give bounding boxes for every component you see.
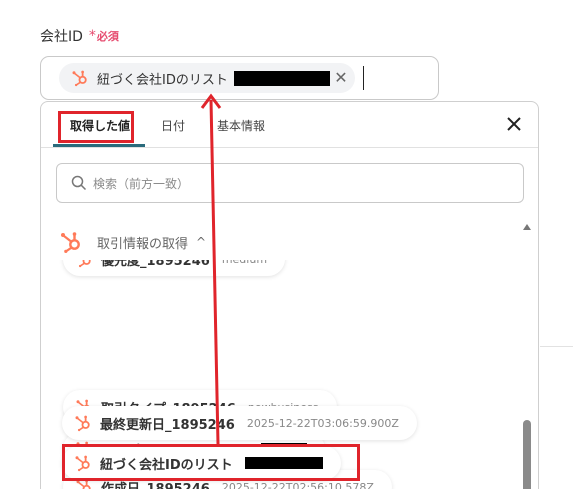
item-name: 紐づく会社IDのリスト bbox=[100, 457, 233, 473]
active-tab-indicator bbox=[53, 144, 145, 147]
chevron-up-icon[interactable]: ^ bbox=[196, 235, 206, 249]
required-badge: 必須 bbox=[96, 30, 119, 43]
background-divider bbox=[540, 346, 573, 347]
required-star: * bbox=[88, 28, 96, 44]
list-item[interactable]: 紐づく会社IDのリスト bbox=[62, 446, 341, 480]
scroll-up-arrow-icon[interactable] bbox=[523, 224, 531, 230]
tab-bar: 取得した値 日付 基本情報 bbox=[41, 102, 538, 148]
field-label: 会社ID * 必須 bbox=[40, 26, 119, 46]
hubspot-icon bbox=[61, 232, 80, 253]
tab-retrieved-values[interactable]: 取得した値 bbox=[70, 117, 130, 134]
search-input[interactable]: 検索（前方一致） bbox=[56, 163, 524, 203]
hubspot-icon bbox=[72, 70, 87, 87]
item-value: 2025-12-22T03:06:59.900Z bbox=[246, 416, 399, 430]
tab-basic-info[interactable]: 基本情報 bbox=[217, 117, 265, 134]
tab-date[interactable]: 日付 bbox=[161, 117, 185, 134]
section-title: 取引情報の取得 bbox=[97, 236, 189, 252]
item-value: 2025-12-22T02:56:10.578Z bbox=[221, 480, 374, 489]
hubspot-icon bbox=[75, 455, 90, 472]
hubspot-icon bbox=[75, 415, 90, 432]
text-caret bbox=[363, 66, 364, 90]
chip-label: 紐づく会社IDのリスト bbox=[97, 72, 228, 88]
search-placeholder: 検索（前方一致） bbox=[93, 176, 190, 191]
scroll-thumb[interactable] bbox=[523, 420, 531, 489]
list-item[interactable]: 最終更新日_1895246 2025-12-22T03:06:59.900Z bbox=[62, 406, 417, 440]
item-name: 優先度_1895246 bbox=[101, 260, 210, 269]
close-icon[interactable] bbox=[504, 114, 524, 134]
remove-chip-icon[interactable]: ✕ bbox=[331, 68, 351, 88]
field-label-text: 会社ID bbox=[40, 29, 83, 45]
list-item[interactable]: 優先度_1895246 medium bbox=[63, 260, 286, 276]
item-name: 最終更新日_1895246 bbox=[100, 417, 235, 433]
redacted-block bbox=[244, 457, 323, 469]
hubspot-icon bbox=[78, 260, 91, 268]
selected-value-chip[interactable]: 紐づく会社IDのリスト ✕ bbox=[59, 63, 355, 93]
item-value: medium bbox=[222, 260, 267, 266]
redacted-block bbox=[233, 70, 330, 86]
scrollbar[interactable] bbox=[522, 220, 532, 489]
section-header[interactable]: 取引情報の取得 ^ bbox=[59, 230, 206, 254]
search-icon bbox=[71, 175, 87, 191]
company-id-input[interactable]: 紐づく会社IDのリスト ✕ bbox=[40, 56, 439, 100]
